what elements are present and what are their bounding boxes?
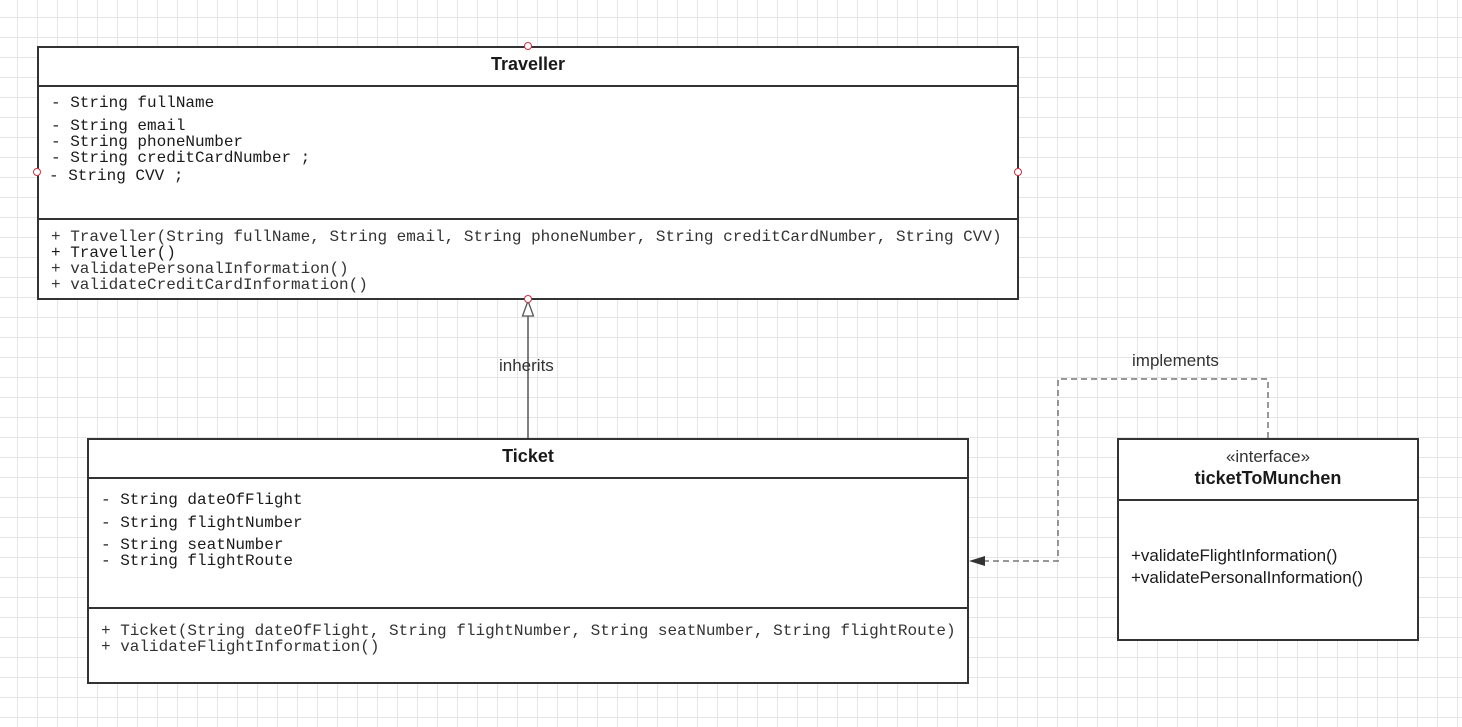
resize-handle-top[interactable] <box>524 42 532 50</box>
resize-handle-bottom[interactable] <box>524 295 532 303</box>
selection-handles <box>33 42 1022 303</box>
resize-handle-left[interactable] <box>33 168 41 176</box>
resize-handle-right[interactable] <box>1014 168 1022 176</box>
